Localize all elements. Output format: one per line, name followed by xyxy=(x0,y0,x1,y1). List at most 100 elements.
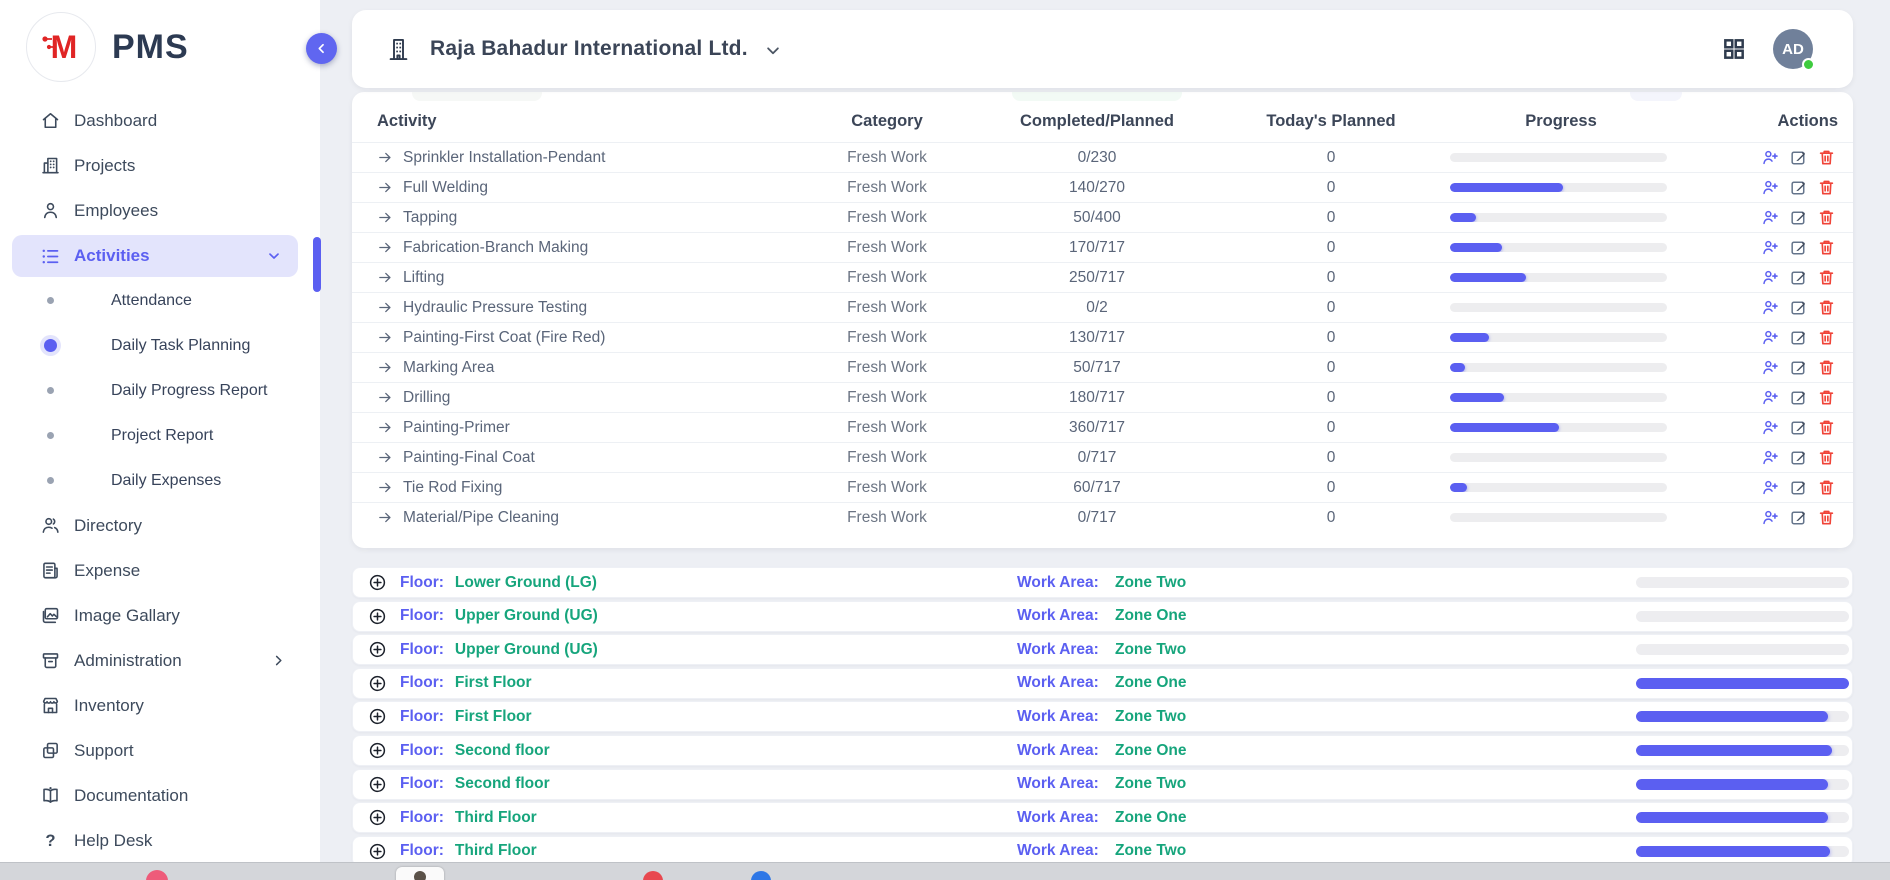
edit-icon[interactable] xyxy=(1789,478,1808,497)
trash-icon[interactable] xyxy=(1817,508,1836,527)
plus-circle-icon[interactable] xyxy=(368,741,387,760)
progress-cell xyxy=(1450,153,1672,162)
trash-icon[interactable] xyxy=(1817,478,1836,497)
add-user-icon[interactable] xyxy=(1761,298,1780,317)
user-avatar[interactable]: AD xyxy=(1773,29,1813,69)
page-header: Raja Bahadur International Ltd. AD xyxy=(352,10,1853,88)
arrow-right-icon xyxy=(377,479,394,496)
apps-grid-icon[interactable] xyxy=(1721,36,1747,62)
trash-icon[interactable] xyxy=(1817,418,1836,437)
sidebar-item-expense[interactable]: Expense xyxy=(0,548,320,593)
plus-circle-icon[interactable] xyxy=(368,808,387,827)
sidebar-subitem-project-report[interactable]: Project Report xyxy=(0,413,320,458)
add-user-icon[interactable] xyxy=(1761,208,1780,227)
sidebar-item-image-gallary[interactable]: Image Gallary xyxy=(0,593,320,638)
activity-row: Sprinkler Installation-PendantFresh Work… xyxy=(352,142,1853,172)
plus-circle-icon[interactable] xyxy=(368,775,387,794)
trash-icon[interactable] xyxy=(1817,448,1836,467)
trash-icon[interactable] xyxy=(1817,358,1836,377)
edit-icon[interactable] xyxy=(1789,508,1808,527)
plus-circle-icon[interactable] xyxy=(368,640,387,659)
floor-value: Second floor xyxy=(455,742,550,760)
edit-icon[interactable] xyxy=(1789,358,1808,377)
add-user-icon[interactable] xyxy=(1761,478,1780,497)
activity-cell: Painting-First Coat (Fire Red) xyxy=(377,329,792,347)
activity-cell: Lifting xyxy=(377,269,792,287)
floor-value: Lower Ground (LG) xyxy=(455,574,597,592)
edit-icon[interactable] xyxy=(1789,238,1808,257)
sidebar-item-help-desk[interactable]: ?Help Desk xyxy=(0,818,320,863)
sidebar-item-directory[interactable]: Directory xyxy=(0,503,320,548)
plus-circle-icon[interactable] xyxy=(368,842,387,861)
arrow-right-icon xyxy=(377,299,394,316)
todays-planned-cell: 0 xyxy=(1212,509,1450,527)
sidebar-item-employees[interactable]: Employees xyxy=(0,188,320,233)
edit-icon[interactable] xyxy=(1789,418,1808,437)
trash-icon[interactable] xyxy=(1817,238,1836,257)
add-user-icon[interactable] xyxy=(1761,508,1780,527)
floor-row: Floor:Lower Ground (LG)Work Area:Zone Tw… xyxy=(352,567,1853,598)
plus-circle-icon[interactable] xyxy=(368,573,387,592)
add-user-icon[interactable] xyxy=(1761,448,1780,467)
chevron-left-icon xyxy=(314,41,329,56)
company-dropdown-chevron-icon[interactable] xyxy=(764,42,782,60)
add-user-icon[interactable] xyxy=(1761,268,1780,287)
add-user-icon[interactable] xyxy=(1761,328,1780,347)
edit-icon[interactable] xyxy=(1789,208,1808,227)
sidebar-subitem-attendance[interactable]: Attendance xyxy=(0,278,320,323)
trash-icon[interactable] xyxy=(1817,388,1836,407)
sidebar-item-administration[interactable]: Administration xyxy=(0,638,320,683)
edit-icon[interactable] xyxy=(1789,178,1808,197)
add-user-icon[interactable] xyxy=(1761,178,1780,197)
app-logo: M xyxy=(26,12,96,82)
trash-icon[interactable] xyxy=(1817,178,1836,197)
category-cell: Fresh Work xyxy=(792,299,982,317)
plus-circle-icon[interactable] xyxy=(368,707,387,726)
progress-cell xyxy=(1450,453,1672,462)
trash-icon[interactable] xyxy=(1817,298,1836,317)
plus-circle-icon[interactable] xyxy=(368,607,387,626)
sidebar-subitem-daily-expenses[interactable]: Daily Expenses xyxy=(0,458,320,503)
sidebar-scrollbar-thumb[interactable] xyxy=(313,237,321,292)
work-area-label: Work Area: xyxy=(1017,641,1099,659)
work-area-label: Work Area: xyxy=(1017,607,1099,625)
activity-row: Material/Pipe CleaningFresh Work0/7170 xyxy=(352,502,1853,532)
sidebar-collapse-button[interactable] xyxy=(306,33,337,64)
edit-icon[interactable] xyxy=(1789,448,1808,467)
sidebar-nav: DashboardProjectsEmployeesActivitiesAtte… xyxy=(0,98,320,863)
sidebar-item-inventory[interactable]: Inventory xyxy=(0,683,320,728)
add-user-icon[interactable] xyxy=(1761,238,1780,257)
edit-icon[interactable] xyxy=(1789,388,1808,407)
completed-planned-cell: 60/717 xyxy=(982,479,1212,497)
sidebar-subitem-daily-task-planning[interactable]: Daily Task Planning xyxy=(0,323,320,368)
todays-planned-cell: 0 xyxy=(1212,149,1450,167)
add-user-icon[interactable] xyxy=(1761,358,1780,377)
add-user-icon[interactable] xyxy=(1761,418,1780,437)
arrow-right-icon xyxy=(377,179,394,196)
trash-icon[interactable] xyxy=(1817,268,1836,287)
plus-circle-icon[interactable] xyxy=(368,674,387,693)
category-cell: Fresh Work xyxy=(792,359,982,377)
sidebar-item-activities[interactable]: Activities xyxy=(12,235,298,277)
activity-row: LiftingFresh Work250/7170 xyxy=(352,262,1853,292)
edit-icon[interactable] xyxy=(1789,148,1808,167)
add-user-icon[interactable] xyxy=(1761,148,1780,167)
todays-planned-cell: 0 xyxy=(1212,269,1450,287)
edit-icon[interactable] xyxy=(1789,298,1808,317)
sidebar-item-dashboard[interactable]: Dashboard xyxy=(0,98,320,143)
sidebar-item-projects[interactable]: Projects xyxy=(0,143,320,188)
trash-icon[interactable] xyxy=(1817,328,1836,347)
sidebar-subitem-daily-progress-report[interactable]: Daily Progress Report xyxy=(0,368,320,413)
work-area-label: Work Area: xyxy=(1017,842,1099,860)
sidebar-item-label: Expense xyxy=(74,561,140,581)
work-area-value: Zone One xyxy=(1115,742,1186,760)
sidebar-item-documentation[interactable]: Documentation xyxy=(0,773,320,818)
trash-icon[interactable] xyxy=(1817,208,1836,227)
column-header-completed-planned: Completed/Planned xyxy=(982,112,1212,131)
completed-planned-cell: 0/717 xyxy=(982,449,1212,467)
trash-icon[interactable] xyxy=(1817,148,1836,167)
edit-icon[interactable] xyxy=(1789,268,1808,287)
edit-icon[interactable] xyxy=(1789,328,1808,347)
sidebar-item-support[interactable]: Support xyxy=(0,728,320,773)
add-user-icon[interactable] xyxy=(1761,388,1780,407)
